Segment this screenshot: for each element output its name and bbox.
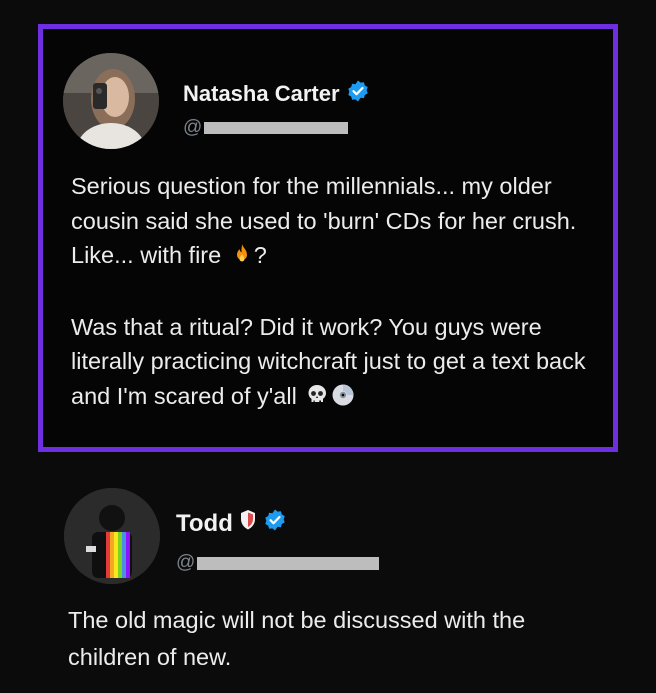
verified-badge-icon bbox=[263, 508, 287, 539]
avatar-natasha-image bbox=[63, 53, 159, 149]
post1-body: Serious question for the millennials... … bbox=[71, 169, 611, 416]
fire-icon bbox=[230, 241, 254, 276]
post1-text-line1-end: ? bbox=[253, 242, 267, 268]
display-name[interactable]: Natasha Carter bbox=[183, 81, 340, 107]
post1-paragraph-2: Was that a ritual? Did it work? You guys… bbox=[71, 310, 611, 417]
handle-prefix: @ bbox=[176, 552, 196, 573]
highlighted-post[interactable]: Natasha Carter @ Serious question for th… bbox=[38, 24, 618, 452]
post1-handle-row: @ bbox=[183, 117, 349, 139]
post1-author-row: Natasha Carter bbox=[183, 79, 370, 109]
handle-prefix: @ bbox=[183, 117, 203, 138]
skull-icon bbox=[305, 382, 329, 417]
display-name[interactable]: Todd bbox=[176, 510, 233, 538]
redacted-handle bbox=[197, 556, 380, 570]
post1-paragraph-1: Serious question for the millennials... … bbox=[71, 169, 611, 276]
redacted-handle bbox=[204, 122, 349, 134]
avatar-todd[interactable] bbox=[64, 488, 160, 584]
post1-text-line1: Serious question for the millennials... … bbox=[71, 173, 577, 268]
shield-icon bbox=[239, 509, 257, 538]
avatar-todd-image bbox=[64, 488, 160, 584]
post2-author-row: Todd bbox=[176, 508, 287, 539]
avatar-natasha[interactable] bbox=[63, 53, 159, 149]
verified-badge-icon bbox=[346, 79, 370, 109]
post2-text: The old magic will not be discussed with… bbox=[68, 607, 526, 670]
post2-handle-row: @ bbox=[176, 552, 380, 574]
post2-body: The old magic will not be discussed with… bbox=[68, 602, 588, 676]
disc-icon bbox=[331, 382, 355, 417]
